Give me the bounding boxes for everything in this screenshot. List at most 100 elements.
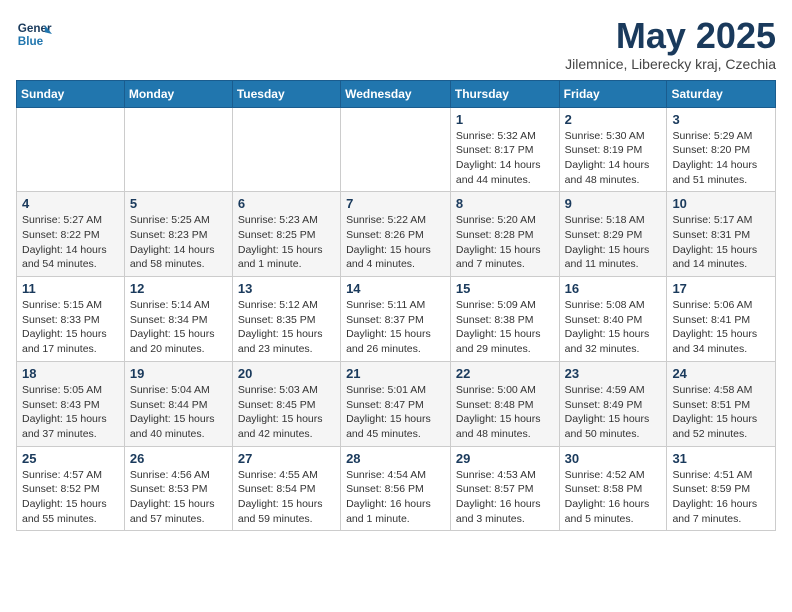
logo: General Blue	[16, 16, 52, 52]
day-number: 29	[456, 451, 554, 466]
calendar-cell: 15Sunrise: 5:09 AM Sunset: 8:38 PM Dayli…	[450, 277, 559, 362]
calendar-cell	[17, 107, 125, 192]
calendar-cell: 21 Sunrise: 5:01 AM Sunset: 8:47 PM Dayli…	[341, 361, 451, 446]
calendar-cell: 4 Sunrise: 5:27 AM Sunset: 8:22 PM Daylig…	[17, 192, 125, 277]
day-number: 3	[672, 112, 770, 127]
calendar-cell: 26 Sunrise: 4:56 AM Sunset: 8:53 PM Dayli…	[124, 446, 232, 531]
calendar-cell: 28Sunrise: 4:54 AM Sunset: 8:56 PM Dayli…	[341, 446, 451, 531]
day-info: Sunrise: 5:17 AM Sunset: 8:31 PM Dayligh…	[672, 213, 770, 272]
day-info: Sunrise: 5:20 AM Sunset: 8:28 PM Dayligh…	[456, 213, 554, 272]
weekday-header-thursday: Thursday	[450, 80, 559, 107]
calendar-cell: 30 Sunrise: 4:52 AM Sunset: 8:58 PM Dayli…	[559, 446, 667, 531]
day-info: Sunrise: 5:15 AM Sunset: 8:33 PM Dayligh…	[22, 298, 119, 357]
calendar-cell: 6 Sunrise: 5:23 AM Sunset: 8:25 PM Daylig…	[232, 192, 340, 277]
day-number: 10	[672, 196, 770, 211]
day-info: Sunrise: 5:01 AM Sunset: 8:47 PM Dayligh…	[346, 383, 445, 442]
day-info: Sunrise: 5:08 AM Sunset: 8:40 PM Dayligh…	[565, 298, 662, 357]
day-info: Sunrise: 5:25 AM Sunset: 8:23 PM Dayligh…	[130, 213, 227, 272]
day-number: 23	[565, 366, 662, 381]
day-info: Sunrise: 5:14 AM Sunset: 8:34 PM Dayligh…	[130, 298, 227, 357]
calendar-cell: 31 Sunrise: 4:51 AM Sunset: 8:59 PM Dayli…	[667, 446, 776, 531]
day-number: 9	[565, 196, 662, 211]
calendar-week-row: 4 Sunrise: 5:27 AM Sunset: 8:22 PM Daylig…	[17, 192, 776, 277]
day-info: Sunrise: 5:05 AM Sunset: 8:43 PM Dayligh…	[22, 383, 119, 442]
weekday-header-tuesday: Tuesday	[232, 80, 340, 107]
day-number: 6	[238, 196, 335, 211]
calendar-cell: 1Sunrise: 5:32 AM Sunset: 8:17 PM Daylig…	[450, 107, 559, 192]
calendar-cell: 11Sunrise: 5:15 AM Sunset: 8:33 PM Dayli…	[17, 277, 125, 362]
calendar-title: May 2025	[565, 16, 776, 56]
calendar-week-row: 11Sunrise: 5:15 AM Sunset: 8:33 PM Dayli…	[17, 277, 776, 362]
day-number: 17	[672, 281, 770, 296]
calendar-week-row: 25 Sunrise: 4:57 AM Sunset: 8:52 PM Dayli…	[17, 446, 776, 531]
day-info: Sunrise: 5:11 AM Sunset: 8:37 PM Dayligh…	[346, 298, 445, 357]
calendar-cell	[124, 107, 232, 192]
calendar-cell: 10 Sunrise: 5:17 AM Sunset: 8:31 PM Dayli…	[667, 192, 776, 277]
weekday-header-wednesday: Wednesday	[341, 80, 451, 107]
calendar-cell	[232, 107, 340, 192]
day-info: Sunrise: 5:00 AM Sunset: 8:48 PM Dayligh…	[456, 383, 554, 442]
day-number: 25	[22, 451, 119, 466]
day-info: Sunrise: 5:18 AM Sunset: 8:29 PM Dayligh…	[565, 213, 662, 272]
day-info: Sunrise: 4:52 AM Sunset: 8:58 PM Dayligh…	[565, 468, 662, 527]
day-info: Sunrise: 5:03 AM Sunset: 8:45 PM Dayligh…	[238, 383, 335, 442]
calendar-cell: 14Sunrise: 5:11 AM Sunset: 8:37 PM Dayli…	[341, 277, 451, 362]
day-number: 1	[456, 112, 554, 127]
day-number: 8	[456, 196, 554, 211]
day-number: 13	[238, 281, 335, 296]
calendar-cell: 27 Sunrise: 4:55 AM Sunset: 8:54 PM Dayli…	[232, 446, 340, 531]
day-number: 7	[346, 196, 445, 211]
calendar-cell: 5 Sunrise: 5:25 AM Sunset: 8:23 PM Daylig…	[124, 192, 232, 277]
day-number: 12	[130, 281, 227, 296]
svg-text:Blue: Blue	[18, 35, 44, 48]
page-header: General Blue May 2025 Jilemnice, Liberec…	[16, 16, 776, 72]
day-number: 30	[565, 451, 662, 466]
calendar-cell: 17 Sunrise: 5:06 AM Sunset: 8:41 PM Dayli…	[667, 277, 776, 362]
calendar-subtitle: Jilemnice, Liberecky kraj, Czechia	[565, 56, 776, 72]
day-number: 31	[672, 451, 770, 466]
calendar-cell: 13 Sunrise: 5:12 AM Sunset: 8:35 PM Dayli…	[232, 277, 340, 362]
calendar-cell: 12 Sunrise: 5:14 AM Sunset: 8:34 PM Dayli…	[124, 277, 232, 362]
weekday-header-monday: Monday	[124, 80, 232, 107]
title-block: May 2025 Jilemnice, Liberecky kraj, Czec…	[565, 16, 776, 72]
calendar-cell: 19 Sunrise: 5:04 AM Sunset: 8:44 PM Dayli…	[124, 361, 232, 446]
calendar-table: SundayMondayTuesdayWednesdayThursdayFrid…	[16, 80, 776, 532]
day-number: 2	[565, 112, 662, 127]
day-info: Sunrise: 5:12 AM Sunset: 8:35 PM Dayligh…	[238, 298, 335, 357]
weekday-header-sunday: Sunday	[17, 80, 125, 107]
day-number: 28	[346, 451, 445, 466]
calendar-cell: 2 Sunrise: 5:30 AM Sunset: 8:19 PM Daylig…	[559, 107, 667, 192]
calendar-cell: 22Sunrise: 5:00 AM Sunset: 8:48 PM Dayli…	[450, 361, 559, 446]
day-info: Sunrise: 4:59 AM Sunset: 8:49 PM Dayligh…	[565, 383, 662, 442]
day-info: Sunrise: 4:58 AM Sunset: 8:51 PM Dayligh…	[672, 383, 770, 442]
calendar-cell: 24 Sunrise: 4:58 AM Sunset: 8:51 PM Dayli…	[667, 361, 776, 446]
day-number: 20	[238, 366, 335, 381]
day-info: Sunrise: 5:09 AM Sunset: 8:38 PM Dayligh…	[456, 298, 554, 357]
calendar-cell: 20 Sunrise: 5:03 AM Sunset: 8:45 PM Dayli…	[232, 361, 340, 446]
calendar-cell: 8 Sunrise: 5:20 AM Sunset: 8:28 PM Daylig…	[450, 192, 559, 277]
day-info: Sunrise: 4:55 AM Sunset: 8:54 PM Dayligh…	[238, 468, 335, 527]
day-number: 18	[22, 366, 119, 381]
day-info: Sunrise: 4:51 AM Sunset: 8:59 PM Dayligh…	[672, 468, 770, 527]
calendar-cell: 18 Sunrise: 5:05 AM Sunset: 8:43 PM Dayli…	[17, 361, 125, 446]
day-number: 24	[672, 366, 770, 381]
day-number: 27	[238, 451, 335, 466]
calendar-cell: 7 Sunrise: 5:22 AM Sunset: 8:26 PM Daylig…	[341, 192, 451, 277]
day-number: 5	[130, 196, 227, 211]
day-number: 4	[22, 196, 119, 211]
day-info: Sunrise: 5:22 AM Sunset: 8:26 PM Dayligh…	[346, 213, 445, 272]
day-number: 19	[130, 366, 227, 381]
day-info: Sunrise: 5:06 AM Sunset: 8:41 PM Dayligh…	[672, 298, 770, 357]
day-info: Sunrise: 5:04 AM Sunset: 8:44 PM Dayligh…	[130, 383, 227, 442]
day-info: Sunrise: 4:57 AM Sunset: 8:52 PM Dayligh…	[22, 468, 119, 527]
day-info: Sunrise: 5:27 AM Sunset: 8:22 PM Dayligh…	[22, 213, 119, 272]
day-number: 26	[130, 451, 227, 466]
day-info: Sunrise: 5:23 AM Sunset: 8:25 PM Dayligh…	[238, 213, 335, 272]
calendar-cell: 16Sunrise: 5:08 AM Sunset: 8:40 PM Dayli…	[559, 277, 667, 362]
calendar-cell: 25 Sunrise: 4:57 AM Sunset: 8:52 PM Dayli…	[17, 446, 125, 531]
day-info: Sunrise: 5:30 AM Sunset: 8:19 PM Dayligh…	[565, 129, 662, 188]
day-number: 21	[346, 366, 445, 381]
day-info: Sunrise: 4:56 AM Sunset: 8:53 PM Dayligh…	[130, 468, 227, 527]
calendar-week-row: 18 Sunrise: 5:05 AM Sunset: 8:43 PM Dayli…	[17, 361, 776, 446]
calendar-cell	[341, 107, 451, 192]
